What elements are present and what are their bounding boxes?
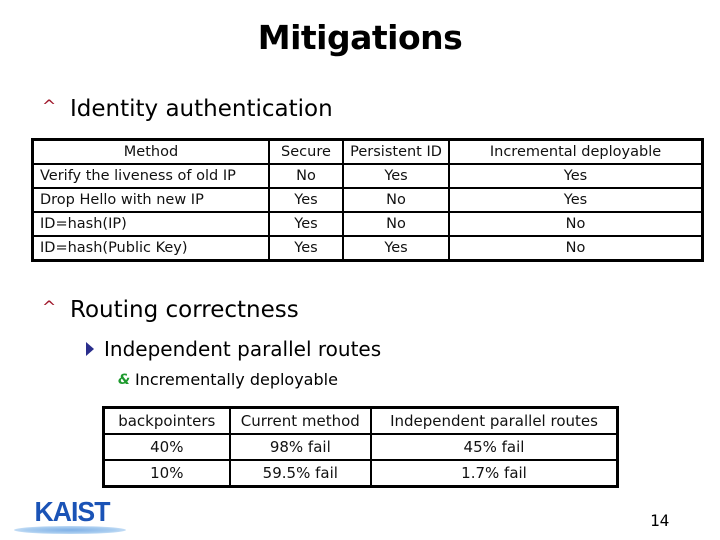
table-cell: 1.7% fail [370, 459, 619, 488]
table-cell: 40% [102, 433, 231, 461]
table-cell: ID=hash(IP) [31, 211, 270, 237]
bullet-text: Routing correctness [70, 297, 299, 323]
table-row: ID=hash(Public Key) Yes Yes No [31, 235, 704, 262]
logo-text: KAIST [34, 496, 110, 527]
table-cell: Yes [342, 235, 451, 262]
slide-title: Mitigations [257, 18, 463, 57]
table-row: 40% 98% fail 45% fail [102, 433, 619, 461]
bullet-independent-parallel-routes: Independent parallel routes [86, 337, 381, 361]
table-cell: Yes [448, 187, 704, 213]
header-cell: Persistent ID [342, 138, 451, 165]
caret-up-icon: ^ [42, 97, 57, 117]
logo-swoosh-icon [14, 526, 126, 534]
table-cell: No [342, 187, 451, 213]
triangle-right-icon [86, 342, 94, 356]
table-cell: Yes [448, 163, 704, 189]
table-cell: Yes [267, 235, 345, 262]
table-row: 10% 59.5% fail 1.7% fail [102, 459, 619, 488]
kaist-logo: KAIST [10, 496, 130, 538]
table-cell: ID=hash(Public Key) [31, 235, 270, 262]
table-cell: No [448, 235, 704, 262]
table-cell: 45% fail [370, 433, 619, 461]
table-cell: Yes [267, 211, 345, 237]
table-cell: 98% fail [228, 433, 373, 461]
header-cell: Method [31, 138, 270, 165]
table-cell: Yes [342, 163, 451, 189]
table-cell: No [448, 211, 704, 237]
table-cell: Yes [267, 187, 345, 213]
table-row: Verify the liveness of old IP No Yes Yes [31, 163, 704, 189]
identity-authentication-table: Method Secure Persistent ID Incremental … [31, 138, 704, 262]
bullet-routing-correctness: ^ Routing correctness [42, 297, 299, 323]
bullet-text: Identity authentication [70, 96, 333, 122]
header-cell: Secure [267, 138, 345, 165]
header-cell: Incremental deployable [448, 138, 704, 165]
table-cell: No [342, 211, 451, 237]
header-cell: Current method [228, 406, 373, 435]
table-cell: Drop Hello with new IP [31, 187, 270, 213]
table-cell: Verify the liveness of old IP [31, 163, 270, 189]
table-cell: 59.5% fail [228, 459, 373, 488]
page-number: 14 [650, 511, 670, 530]
bullet-identity-authentication: ^ Identity authentication [42, 96, 333, 122]
table-row: Drop Hello with new IP Yes No Yes [31, 187, 704, 213]
table-row: ID=hash(IP) Yes No No [31, 211, 704, 237]
table-cell: No [267, 163, 345, 189]
bullet-text: Independent parallel routes [104, 337, 382, 361]
table-header-row: backpointers Current method Independent … [102, 406, 619, 435]
table-cell: 10% [102, 459, 231, 488]
ribbon-icon: & [118, 371, 131, 388]
caret-up-icon: ^ [42, 298, 57, 318]
header-cell: Independent parallel routes [370, 406, 619, 435]
routing-results-table: backpointers Current method Independent … [102, 406, 619, 488]
table-header-row: Method Secure Persistent ID Incremental … [31, 138, 704, 165]
bullet-incrementally-deployable: & Incrementally deployable [118, 370, 338, 389]
bullet-text: Incrementally deployable [135, 370, 338, 389]
header-cell: backpointers [102, 406, 231, 435]
